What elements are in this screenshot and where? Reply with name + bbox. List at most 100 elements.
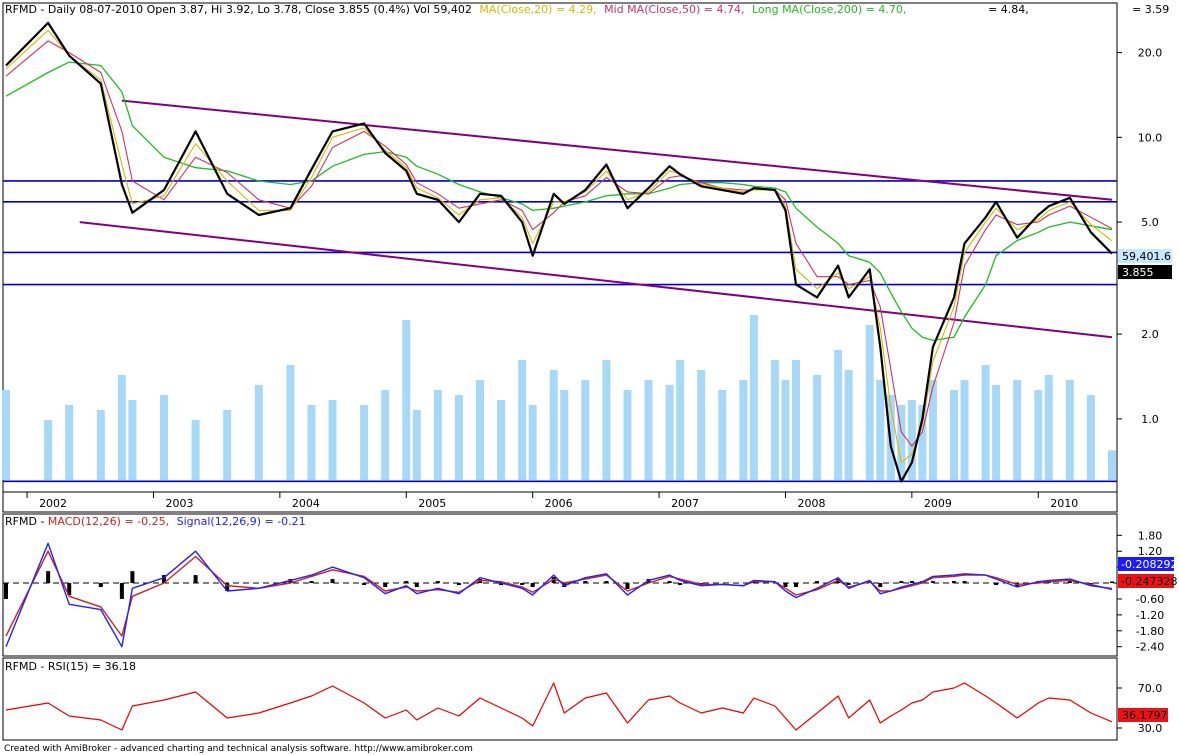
- volume-tag: 59,401.6: [1122, 250, 1171, 263]
- ma20-label: MA(Close,20) = 4.29,: [479, 3, 596, 16]
- volume-bar: [160, 395, 168, 480]
- volume-bar: [433, 390, 442, 480]
- macd-panel-frame: [2, 513, 1118, 657]
- macd-histogram-bar: [909, 581, 914, 584]
- volume-bar: [412, 410, 421, 480]
- volume-bar: [1034, 390, 1043, 480]
- macd-axis-label: 1.80: [1138, 529, 1163, 542]
- date-label: 2008: [797, 497, 825, 510]
- macd-histogram-bar: [962, 581, 967, 584]
- volume-bar: [286, 365, 295, 480]
- macd-histogram-bar: [667, 581, 672, 584]
- volume-bar: [981, 365, 990, 480]
- macd-histogram-bar: [130, 571, 135, 584]
- macd-histogram-bar: [414, 583, 419, 588]
- volume-bar: [602, 360, 611, 480]
- macd-axis-label: 1.20: [1138, 545, 1163, 558]
- volume-bar: [360, 405, 369, 480]
- rsi-title-prefix: RFMD -: [5, 660, 48, 673]
- macd-histogram-bar: [794, 583, 798, 588]
- volume-bar: [1044, 375, 1053, 480]
- volume-bar: [528, 405, 537, 480]
- macd-histogram-bar: [625, 583, 630, 590]
- signal-tag: -0.247328: [1121, 575, 1177, 588]
- macd-histogram-bar: [783, 583, 788, 588]
- date-label: 2004: [292, 497, 320, 510]
- volume-bar: [960, 380, 969, 480]
- signal-label: Signal(12,26,9) = -0.21: [177, 515, 306, 528]
- macd-histogram-bar: [119, 583, 124, 599]
- macd-histogram-bar: [815, 581, 820, 584]
- volume-bar: [1108, 450, 1116, 480]
- date-label: 2002: [39, 497, 67, 510]
- volume-bar: [644, 380, 653, 480]
- volume-bar: [223, 410, 232, 480]
- volume-bar: [813, 375, 822, 480]
- top-right-value: = 3.59: [1132, 3, 1169, 16]
- volume-bar: [834, 350, 843, 480]
- macd-histogram-bar: [330, 579, 335, 584]
- macd-histogram-bar: [899, 581, 904, 584]
- volume-bar: [307, 405, 316, 480]
- macd-histogram-bar: [4, 583, 8, 599]
- rsi-axis-label: 30.0: [1138, 722, 1163, 735]
- volume-bar: [950, 390, 958, 480]
- volume-bar: [739, 380, 748, 480]
- price-panel-frame: [2, 2, 1118, 493]
- macd-histogram-bar: [994, 583, 999, 586]
- macd-histogram-bar: [878, 583, 883, 588]
- rsi-axis-label: 70.0: [1138, 682, 1163, 695]
- title-prefix: RFMD - Daily 08-07-2010 Open 3.87, Hi 3.…: [5, 3, 472, 16]
- volume-bar: [676, 360, 685, 480]
- rsi-tag: 36.1797: [1122, 709, 1168, 722]
- macd-histogram-bar: [952, 581, 956, 584]
- volume-bar: [560, 390, 569, 480]
- volume-bar: [518, 360, 527, 480]
- macd-histogram-bar: [309, 581, 314, 584]
- macd-axis-label: -1.20: [1136, 609, 1164, 622]
- macd-histogram-bar: [846, 583, 851, 586]
- macd-histogram-bar: [456, 583, 461, 586]
- extra-value-label: = 4.84,: [988, 3, 1029, 16]
- price-axis-label: 10.0: [1138, 131, 1163, 144]
- amibroker-chart: 2002 2003 2004 2005 2006 2007 2008 2009 2010 20.…: [2, 2, 1177, 754]
- price-axis-label: 1.0: [1141, 413, 1159, 426]
- volume-bar: [497, 400, 506, 480]
- macd-title-prefix: RFMD -: [5, 515, 48, 528]
- volume-bar: [876, 380, 885, 480]
- date-label: 2006: [545, 497, 573, 510]
- ma50-label: Mid MA(Close,50) = 4.74,: [604, 3, 744, 16]
- macd-axis-label: -0.60: [1136, 593, 1164, 606]
- macd-histogram-bar: [583, 581, 588, 584]
- macd-label: MACD(12,26) = -0.25,: [48, 515, 169, 528]
- macd-histogram-bar: [362, 583, 367, 586]
- volume-bar: [1065, 380, 1074, 480]
- date-label: 2005: [418, 497, 446, 510]
- volume-bar: [454, 395, 463, 480]
- volume-bar: [1013, 380, 1022, 480]
- volume-bar: [2, 390, 10, 480]
- volume-bar: [623, 390, 632, 480]
- volume-bar: [844, 370, 853, 480]
- volume-bar: [65, 405, 74, 480]
- rsi-panel-title: RFMD - RSI(15) = 36.18: [5, 660, 136, 673]
- volume-bar: [665, 385, 674, 480]
- volume-bar: [254, 385, 263, 480]
- macd-axis: 1.801.200.60-0.60-1.20-1.80-2.40: [1117, 529, 1164, 654]
- price-axis-label: 20.0: [1138, 47, 1163, 60]
- volume-bar: [328, 400, 337, 480]
- macd-tag: -0.208292: [1121, 558, 1177, 571]
- ma200-label: Long MA(Close,200) = 4.70,: [752, 3, 906, 16]
- volume-bar: [865, 325, 874, 480]
- macd-histogram-bar: [404, 581, 409, 584]
- volume-bar: [770, 360, 779, 480]
- price-axis-label: 2.0: [1141, 328, 1159, 341]
- volume-bar: [992, 385, 1001, 480]
- date-label: 2010: [1050, 497, 1078, 510]
- macd-histogram-bar: [520, 583, 525, 586]
- volume-bar: [749, 315, 758, 480]
- volume-bar: [697, 370, 706, 480]
- date-label: 2003: [165, 497, 193, 510]
- volume-bar: [117, 375, 126, 480]
- volume-bar: [476, 380, 484, 480]
